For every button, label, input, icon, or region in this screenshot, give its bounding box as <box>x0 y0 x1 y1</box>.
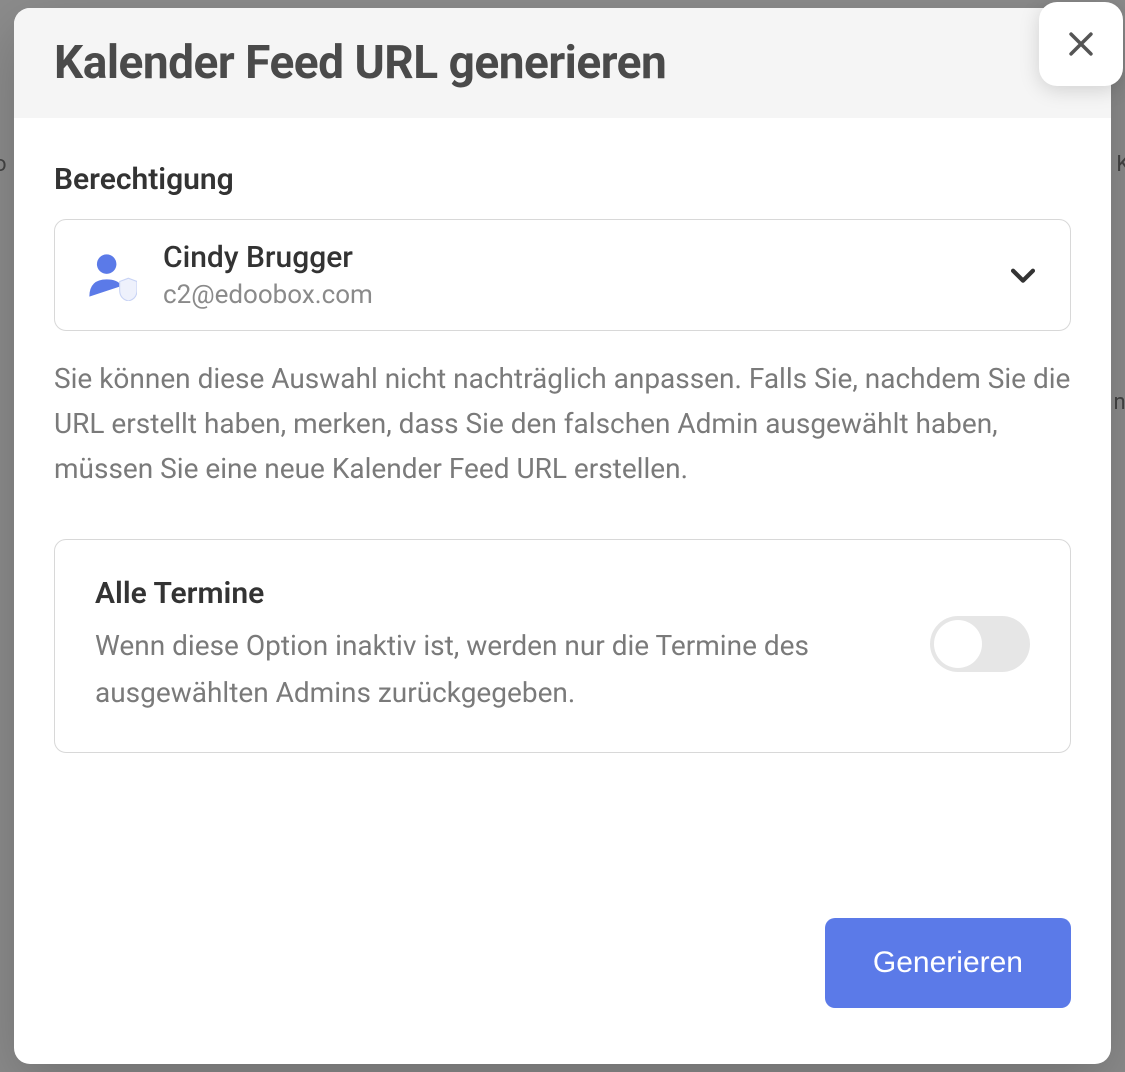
user-email: c2@edoobox.com <box>163 280 1006 310</box>
modal-header: Kalender Feed URL generieren <box>14 8 1111 118</box>
bg-text-fragment: K <box>1116 152 1125 177</box>
permission-select[interactable]: Cindy Brugger c2@edoobox.com <box>54 219 1071 331</box>
permission-label: Berechtigung <box>54 162 1071 197</box>
bg-text-fragment: ns <box>1113 390 1125 415</box>
all-appointments-option: Alle Termine Wenn diese Option inaktiv i… <box>54 539 1071 752</box>
modal-title: Kalender Feed URL generieren <box>54 36 1071 90</box>
option-text: Alle Termine Wenn diese Option inaktiv i… <box>95 576 900 715</box>
permission-help-text: Sie können diese Auswahl nicht nachträgl… <box>54 357 1071 491</box>
close-icon <box>1064 27 1098 61</box>
option-description: Wenn diese Option inaktiv ist, werden nu… <box>95 623 900 715</box>
toggle-knob <box>934 620 982 668</box>
close-button[interactable] <box>1039 2 1123 86</box>
user-info: Cindy Brugger c2@edoobox.com <box>163 240 1006 310</box>
user-shield-icon <box>85 249 137 301</box>
all-appointments-toggle[interactable] <box>930 616 1030 672</box>
generate-button[interactable]: Generieren <box>825 918 1071 1008</box>
modal-body: Berechtigung Cindy Brugger c2@edoobox.co… <box>14 118 1111 898</box>
user-name: Cindy Brugger <box>163 240 1006 276</box>
calendar-feed-modal: Kalender Feed URL generieren Berechtigun… <box>14 8 1111 1064</box>
option-title: Alle Termine <box>95 576 900 611</box>
modal-footer: Generieren <box>14 898 1111 1064</box>
chevron-down-icon <box>1006 258 1040 292</box>
bg-text-fragment: o <box>0 152 7 177</box>
